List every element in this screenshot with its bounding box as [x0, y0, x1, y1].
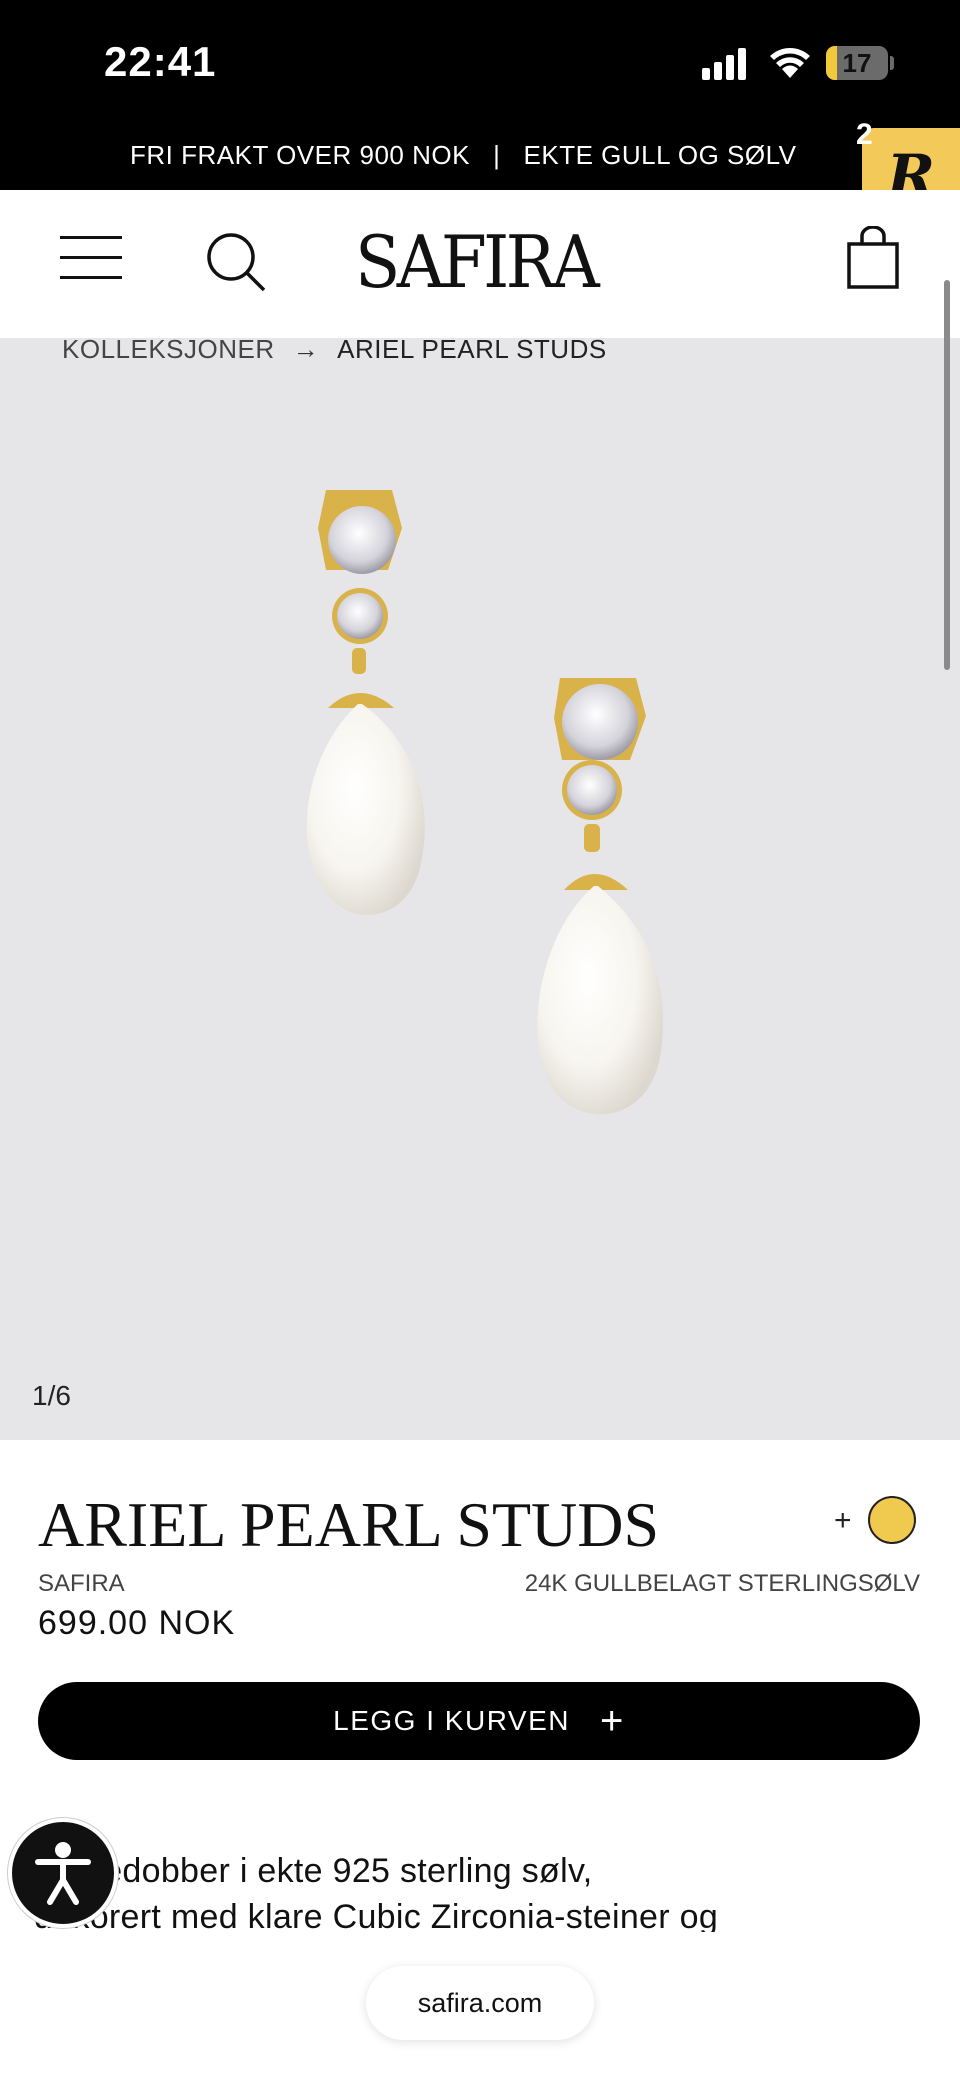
- accessibility-icon: [35, 1842, 91, 1905]
- scrollbar[interactable]: [944, 280, 950, 670]
- shopping-bag-icon[interactable]: [846, 226, 900, 290]
- gallery-counter: 1/6: [32, 1380, 71, 1411]
- add-to-cart-label: LEGG I KURVEN: [333, 1705, 570, 1736]
- status-time: 22:41: [104, 38, 217, 85]
- product-material: 24K GULLBELAGT STERLINGSØLV: [524, 1570, 920, 1597]
- battery-cap: [890, 56, 894, 70]
- color-swatch-gold[interactable]: [868, 1496, 916, 1544]
- search-icon[interactable]: [204, 230, 268, 294]
- description-line: Øreredobber i ekte 925 sterling sølv,: [34, 1852, 593, 1890]
- wifi-icon: [770, 48, 810, 78]
- status-bar: 22:41 17: [0, 0, 960, 128]
- left-earring: [306, 490, 425, 915]
- battery-icon: 17: [826, 46, 888, 80]
- reviews-count: 2: [856, 118, 873, 151]
- more-colors-plus[interactable]: +: [834, 1504, 852, 1538]
- announcement-bar: FRI FRAKT OVER 900 NOK | EKTE GULL OG SØ…: [0, 128, 960, 190]
- product-image[interactable]: [0, 338, 960, 1440]
- product-brand: SAFIRA: [38, 1570, 125, 1597]
- plus-icon: +: [599, 1699, 625, 1743]
- site-logo[interactable]: SAFIRA: [355, 220, 600, 304]
- breadcrumb-current: ARIEL PEARL STUDS: [337, 334, 607, 364]
- product-title: ARIEL PEARL STUDS: [38, 1489, 660, 1560]
- product-price: 699.00 NOK: [38, 1604, 236, 1642]
- browser-url-bar[interactable]: safira.com: [366, 1966, 594, 2040]
- right-earring: [537, 678, 663, 1115]
- breadcrumb-arrow-icon: →: [292, 334, 320, 364]
- breadcrumb-parent-link[interactable]: KOLLEKSJONER: [62, 334, 275, 364]
- battery-level: 17: [842, 48, 872, 78]
- product-description: Øreredobber i ekte 925 sterling sølv, de…: [34, 1848, 914, 1940]
- cellular-signal-icon: [702, 46, 748, 80]
- announcement-text: FRI FRAKT OVER 900 NOK | EKTE GULL OG SØ…: [130, 140, 797, 170]
- breadcrumb: KOLLEKSJONER → ARIEL PEARL STUDS: [62, 334, 607, 365]
- add-to-cart-button[interactable]: LEGG I KURVEN +: [38, 1682, 920, 1760]
- accessibility-button[interactable]: [8, 1818, 118, 1928]
- site-header: SAFIRA: [0, 190, 960, 338]
- hamburger-menu-icon[interactable]: [60, 236, 122, 280]
